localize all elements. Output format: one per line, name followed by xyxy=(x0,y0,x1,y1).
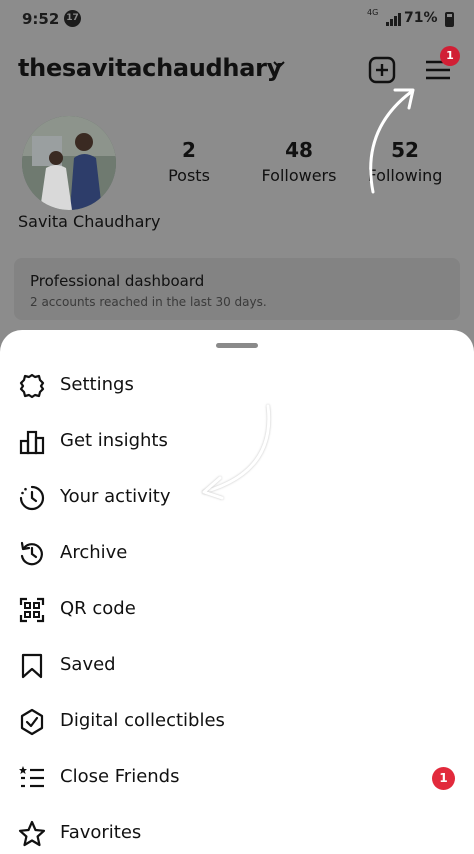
posts-label: Posts xyxy=(168,166,210,185)
followers-count: 48 xyxy=(285,138,313,162)
battery-percent: 71% xyxy=(404,10,438,26)
profile-screen-dimmed: 9:52 17 4G 71% thesavitachaudhary 1 2 Po… xyxy=(0,0,474,340)
star-icon xyxy=(18,820,46,847)
followers-label: Followers xyxy=(261,166,337,185)
signal-icon xyxy=(386,13,401,26)
chevron-down-icon[interactable] xyxy=(272,60,286,70)
menu-item-label: Settings xyxy=(60,374,134,395)
shield-check-icon xyxy=(20,708,44,736)
menu-item-label: Get insights xyxy=(60,430,168,451)
bar-chart-icon xyxy=(19,430,45,455)
profile-full-name: Savita Chaudhary xyxy=(18,212,161,231)
annotation-arrow-up-icon xyxy=(369,88,415,194)
gear-icon xyxy=(19,373,45,399)
menu-item-qr-code[interactable]: QR code xyxy=(0,586,474,634)
menu-item-label: Archive xyxy=(60,542,128,563)
menu-item-saved[interactable]: Saved xyxy=(0,642,474,690)
status-bar: 9:52 17 4G 71% xyxy=(0,0,474,38)
menu-item-label: Digital collectibles xyxy=(60,710,225,731)
menu-item-label: Your activity xyxy=(60,486,171,507)
close-friends-icon xyxy=(19,766,44,788)
close-friends-badge: 1 xyxy=(432,767,455,790)
professional-dashboard-card[interactable]: Professional dashboard 2 accounts reache… xyxy=(14,258,460,320)
menu-item-favorites[interactable]: Favorites xyxy=(0,810,474,854)
menu-item-label: Close Friends xyxy=(60,766,180,787)
menu-item-label: Favorites xyxy=(60,822,142,843)
menu-item-label: QR code xyxy=(60,598,136,619)
professional-dashboard-title: Professional dashboard xyxy=(30,272,205,290)
archive-icon xyxy=(20,541,43,566)
status-time: 9:52 xyxy=(22,10,60,28)
menu-bottom-sheet: Settings Get insights Your activity Arch… xyxy=(0,330,474,854)
professional-dashboard-subtitle: 2 accounts reached in the last 30 days. xyxy=(30,295,267,309)
menu-item-label: Saved xyxy=(60,654,116,675)
profile-username[interactable]: thesavitachaudhary xyxy=(18,54,282,82)
menu-notification-badge: 1 xyxy=(440,46,460,66)
annotation-arrow-down-icon xyxy=(202,404,271,500)
posts-count: 2 xyxy=(182,138,196,162)
menu-item-digital-collectibles[interactable]: Digital collectibles xyxy=(0,698,474,746)
activity-clock-icon xyxy=(19,485,45,511)
posts-stat[interactable]: 2 Posts xyxy=(158,138,220,185)
menu-item-archive[interactable]: Archive xyxy=(0,530,474,578)
followers-stat[interactable]: 48 Followers xyxy=(255,138,343,185)
network-type: 4G xyxy=(367,8,379,17)
menu-item-close-friends[interactable]: Close Friends 1 xyxy=(0,754,474,802)
notification-count-badge: 17 xyxy=(64,10,81,27)
sheet-drag-handle[interactable] xyxy=(216,343,258,348)
qr-code-icon xyxy=(19,597,45,623)
profile-photo xyxy=(22,116,116,210)
battery-icon xyxy=(445,12,454,27)
avatar[interactable] xyxy=(22,116,116,210)
bookmark-icon xyxy=(21,653,43,679)
